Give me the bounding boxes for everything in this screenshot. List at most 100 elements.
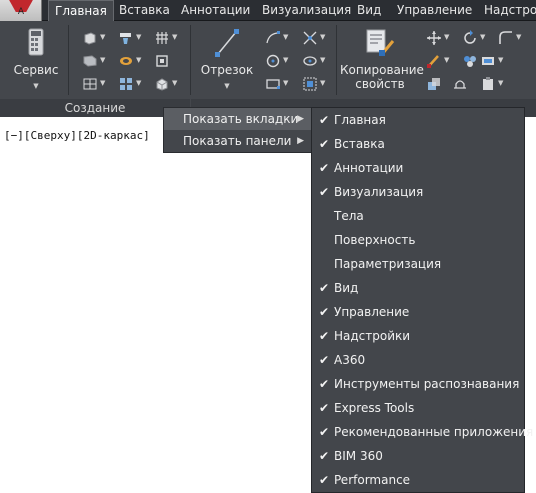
brush-button[interactable]: ▼ bbox=[426, 52, 452, 70]
submenu-item[interactable]: ✔ A360 bbox=[312, 348, 524, 372]
materials-icon bbox=[464, 56, 476, 67]
menu-item-show-tabs[interactable]: Показать вкладки ▶ bbox=[164, 108, 311, 130]
extrude-button[interactable]: ▼ bbox=[118, 29, 144, 47]
rotate-button[interactable]: ▼ bbox=[462, 29, 488, 47]
submenu-item[interactable]: ✔ Вид bbox=[312, 276, 524, 300]
viewport-controls-label[interactable]: [−][Сверху][2D-каркас] bbox=[4, 129, 150, 142]
measure-button[interactable] bbox=[452, 75, 478, 93]
tab-annotate[interactable]: Аннотации bbox=[175, 0, 256, 21]
polyline-button[interactable]: ▼ bbox=[265, 29, 291, 47]
checkmark-icon: ✔ bbox=[319, 473, 330, 487]
match-properties-icon bbox=[366, 29, 395, 56]
submenu-item-label: Performance bbox=[334, 473, 411, 487]
chevron-down-icon: ▼ bbox=[100, 79, 106, 87]
checkmark-icon: ✔ bbox=[319, 305, 330, 319]
move3d-button[interactable]: ▼ bbox=[426, 29, 452, 47]
shade-button[interactable]: ▼ bbox=[498, 29, 524, 47]
group-icon bbox=[428, 78, 440, 90]
array-icon bbox=[120, 78, 132, 90]
tab-render[interactable]: Визуализация bbox=[256, 0, 357, 21]
checkmark-icon: ✔ bbox=[319, 185, 330, 199]
submenu-item[interactable]: ✔ Инструменты распознавания bbox=[312, 372, 524, 396]
chevron-down-icon: ▼ bbox=[283, 56, 289, 64]
application-menu-button[interactable]: A bbox=[0, 0, 42, 21]
menu-item-show-panels[interactable]: Показать панели ▶ bbox=[164, 130, 311, 152]
section-plane-icon bbox=[156, 55, 168, 67]
calculator-icon bbox=[28, 28, 44, 56]
submenu-item-label: Надстройки bbox=[334, 329, 411, 343]
chevron-down-icon: ▼ bbox=[498, 56, 504, 64]
clipboard-icon bbox=[483, 77, 493, 90]
checkmark-icon: ✔ bbox=[319, 329, 330, 343]
array-button[interactable]: ▼ bbox=[118, 75, 144, 93]
chevron-down-icon: ▼ bbox=[283, 33, 289, 41]
checkmark-icon: ✔ bbox=[319, 113, 330, 127]
chevron-down-icon: ▼ bbox=[136, 33, 142, 41]
tab-view[interactable]: Вид bbox=[351, 0, 387, 21]
submenu-item[interactable]: ✔ Performance bbox=[312, 468, 524, 492]
submenu-item[interactable]: ✔ Вставка bbox=[312, 132, 524, 156]
clipboard-button[interactable]: ▼ bbox=[480, 75, 506, 93]
tab-manage[interactable]: Управление bbox=[391, 0, 478, 21]
submenu-item-label: Управление bbox=[334, 305, 410, 319]
ribbon-context-menu: Показать вкладки ▶ Показать панели ▶ bbox=[163, 107, 312, 153]
rotate-icon bbox=[464, 30, 476, 44]
submenu-item[interactable]: ✔ Express Tools bbox=[312, 396, 524, 420]
submenu-item[interactable]: ✔ Визуализация bbox=[312, 180, 524, 204]
submenu-item[interactable]: Поверхность bbox=[312, 228, 524, 252]
submenu-item-label: Поверхность bbox=[334, 233, 416, 247]
rectangle-button[interactable]: ▼ bbox=[265, 75, 291, 93]
scale-button[interactable]: ▼ bbox=[302, 75, 328, 93]
group-button[interactable] bbox=[426, 75, 452, 93]
chevron-down-icon: ▼ bbox=[444, 33, 450, 41]
mesh-grid-button[interactable]: ▼ bbox=[154, 29, 180, 47]
measure-icon bbox=[454, 80, 466, 89]
match-properties-label-line1: Копирование bbox=[340, 63, 424, 77]
line-button[interactable]: Отрезок ▼ bbox=[198, 27, 256, 93]
submenu-arrow-icon: ▶ bbox=[297, 136, 304, 146]
box-button[interactable]: ▼ bbox=[82, 29, 108, 47]
submenu-item[interactable]: ✔ BIM 360 bbox=[312, 444, 524, 468]
ribbon-panel-area: Сервис ▼ ▼ ▼ ▼ ▼ ▼ ▼ ▼ ▼ Отрезок ▼ ▼ ▼ ▼… bbox=[0, 21, 536, 117]
panel-separator bbox=[68, 25, 69, 95]
revolve-button[interactable]: ▼ bbox=[118, 52, 144, 70]
line-icon bbox=[215, 29, 239, 57]
chevron-down-icon: ▼ bbox=[320, 79, 326, 87]
checkmark-icon: ✔ bbox=[319, 377, 330, 391]
submenu-item-label: Рекомендованные приложения bbox=[334, 425, 534, 439]
submenu-item[interactable]: Тела bbox=[312, 204, 524, 228]
tab-home[interactable]: Главная bbox=[48, 0, 114, 22]
submenu-item[interactable]: Параметризация bbox=[312, 252, 524, 276]
box-icon bbox=[84, 32, 96, 45]
submenu-item-label: Вставка bbox=[334, 137, 385, 151]
cube-icon bbox=[156, 78, 168, 91]
layer-state-button[interactable]: ▼ bbox=[480, 52, 506, 70]
trim-icon bbox=[303, 31, 317, 45]
submenu-item[interactable]: ✔ Надстройки bbox=[312, 324, 524, 348]
match-properties-button[interactable]: Копирование свойств bbox=[340, 27, 424, 91]
chevron-down-icon: ▼ bbox=[320, 33, 326, 41]
tab-insert[interactable]: Вставка bbox=[113, 0, 176, 21]
submenu-item[interactable]: ✔ Управление bbox=[312, 300, 524, 324]
solid-edit-button[interactable]: ▼ bbox=[82, 52, 108, 70]
checkmark-icon: ✔ bbox=[319, 281, 330, 295]
circle-button[interactable]: ▼ bbox=[265, 52, 291, 70]
submenu-item-label: A360 bbox=[334, 353, 366, 367]
rectangle-icon bbox=[266, 79, 280, 89]
submenu-item[interactable]: ✔ Аннотации bbox=[312, 156, 524, 180]
submenu-arrow-icon: ▶ bbox=[297, 114, 304, 124]
cube-button[interactable]: ▼ bbox=[154, 75, 180, 93]
table-button[interactable]: ▼ bbox=[82, 75, 108, 93]
submenu-item-label: Аннотации bbox=[334, 161, 404, 175]
tab-addins[interactable]: Надстрой bbox=[478, 0, 536, 21]
trim-button[interactable]: ▼ bbox=[302, 29, 328, 47]
circle-icon bbox=[266, 54, 280, 68]
submenu-item[interactable]: ✔ Главная bbox=[312, 108, 524, 132]
service-button[interactable]: Сервис ▼ bbox=[6, 27, 66, 93]
submenu-item-label: Express Tools bbox=[334, 401, 415, 415]
section-plane-button[interactable] bbox=[154, 52, 180, 70]
move-button[interactable]: ▼ bbox=[302, 52, 328, 70]
checkmark-icon: ✔ bbox=[319, 161, 330, 175]
submenu-item[interactable]: ✔ Рекомендованные приложения bbox=[312, 420, 533, 444]
panel-title-create[interactable]: Создание bbox=[0, 99, 190, 117]
